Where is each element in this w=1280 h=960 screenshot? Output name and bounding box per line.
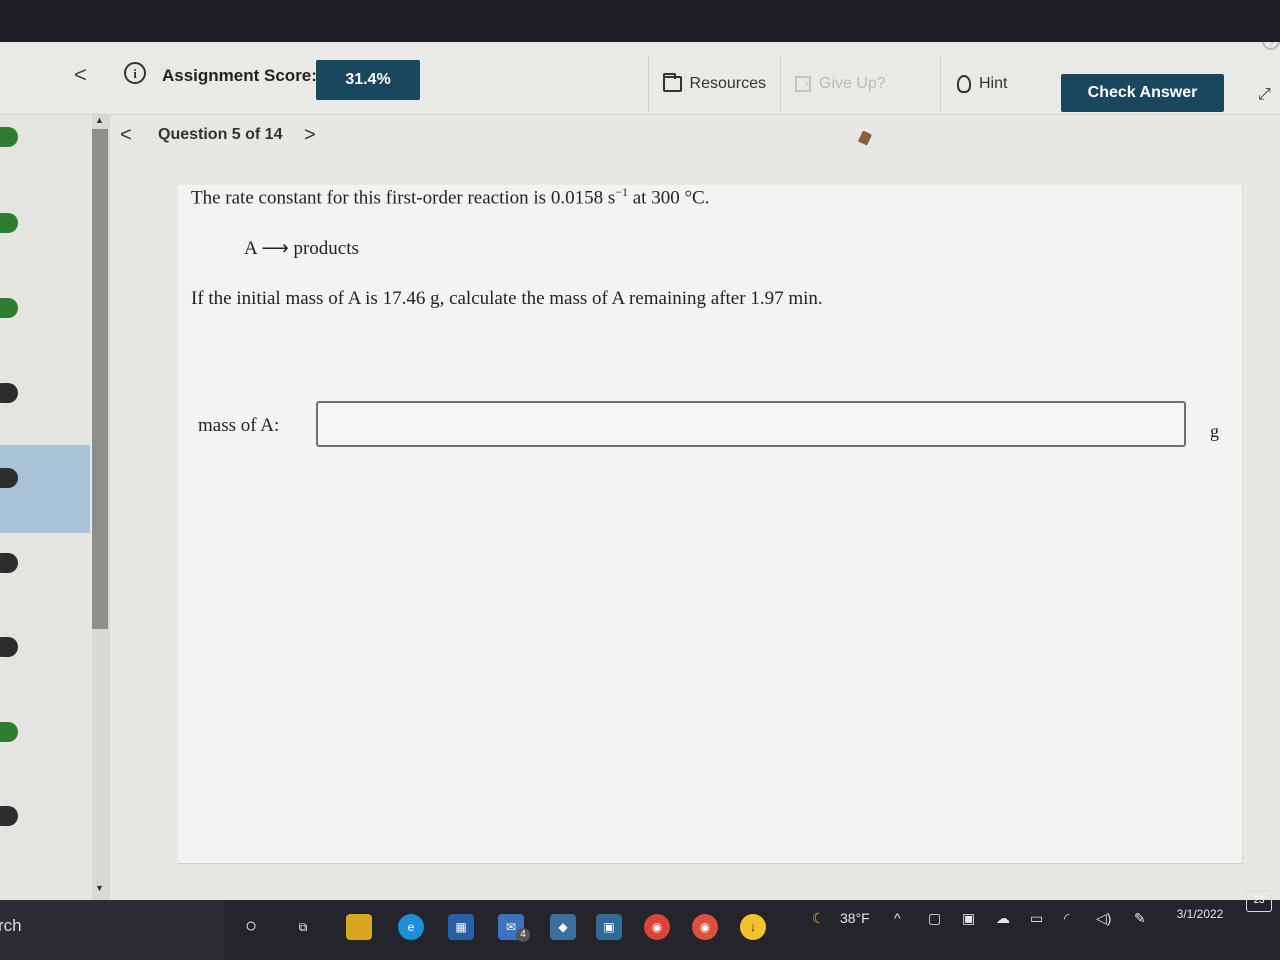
hint-button[interactable]: Hint — [940, 56, 1044, 112]
question-status-7[interactable] — [0, 637, 18, 657]
answer-unit: g — [1210, 421, 1219, 441]
clock-time: 23:12 — [1184, 887, 1216, 901]
task-view-icon[interactable]: ⧉ — [290, 914, 316, 940]
mass-answer-input[interactable] — [316, 401, 1186, 447]
pin-icon[interactable] — [857, 130, 873, 146]
clock-date: 3/1/2022 — [1176, 907, 1224, 921]
download-icon[interactable]: ↓ — [740, 914, 766, 940]
previous-question-icon[interactable]: < — [120, 124, 132, 147]
show-hidden-icons-icon[interactable]: ^ — [894, 910, 901, 926]
python-icon[interactable]: ◆ — [550, 914, 576, 940]
resources-button[interactable]: Resources — [648, 56, 780, 112]
question-status-3[interactable] — [0, 298, 18, 318]
temperature-text: at 300 °C. — [628, 187, 710, 209]
file-explorer-icon[interactable] — [346, 914, 372, 940]
selected-question-highlight[interactable] — [0, 445, 90, 533]
temperature-text[interactable]: 38°F — [840, 910, 870, 926]
reactant: A — [244, 238, 257, 259]
mail-badge: 4 — [516, 928, 530, 942]
sidebar-scrollbar[interactable]: ▲ ▼ — [92, 115, 110, 900]
answer-label: mass of A: — [198, 415, 280, 436]
question-status-8[interactable] — [0, 722, 18, 742]
back-chevron-icon[interactable]: < — [74, 62, 87, 88]
notification-center-icon[interactable]: 23 — [1246, 890, 1272, 912]
weather-icon[interactable]: ☾ — [812, 910, 825, 927]
folder-icon — [663, 73, 682, 92]
browser-screen: < i Assignment Score: 31.4% Resources x … — [0, 42, 1280, 900]
pen-icon[interactable]: ✎ — [1134, 910, 1146, 927]
scrollbar-thumb[interactable] — [92, 129, 108, 629]
volume-icon[interactable]: ◁) — [1096, 910, 1111, 927]
rate-text: The rate constant for this first-order r… — [191, 187, 616, 209]
check-answer-button[interactable]: Check Answer — [1061, 74, 1224, 112]
assignment-score-label: Assignment Score: — [162, 66, 317, 85]
give-up-button[interactable]: x Give Up? — [780, 56, 908, 112]
cortana-icon[interactable]: ○ — [238, 914, 264, 940]
hint-label: Hint — [979, 75, 1008, 92]
question-status-9[interactable] — [0, 806, 18, 826]
question-prompt: If the initial mass of A is 17.46 g, cal… — [191, 288, 823, 309]
onedrive-icon[interactable]: ☁ — [996, 910, 1010, 927]
chrome-profile-icon[interactable]: ◉ — [692, 914, 718, 940]
reaction-equation: A ⟶ products — [244, 237, 359, 260]
scroll-up-icon[interactable]: ▲ — [95, 115, 104, 125]
windows-taskbar: rch ○ ⧉ e ▦ ✉ 4 ◆ ▣ ◉ ◉ ↓ ☾ 38°F ^ ▢ ▣ ☁… — [0, 887, 1280, 960]
product: products — [293, 238, 359, 259]
meet-now-icon[interactable]: ▢ — [928, 910, 941, 927]
resources-label: Resources — [689, 75, 766, 92]
edge-icon[interactable]: e — [398, 914, 424, 940]
question-rate-constant: The rate constant for this first-order r… — [191, 185, 709, 209]
info-icon[interactable]: i — [124, 62, 146, 84]
taskbar-search[interactable]: rch — [0, 900, 224, 960]
question-counter: Question 5 of 14 — [158, 126, 283, 143]
wifi-icon[interactable]: ◜ — [1064, 910, 1069, 927]
question-status-2[interactable] — [0, 213, 18, 233]
photos-icon[interactable]: ▣ — [596, 914, 622, 940]
question-status-1[interactable] — [0, 127, 18, 147]
expand-icon[interactable]: ⤢ — [1258, 86, 1271, 104]
scroll-down-icon[interactable]: ▼ — [95, 883, 104, 893]
question-status-6[interactable] — [0, 553, 18, 573]
next-question-icon[interactable]: > — [304, 124, 316, 147]
store-icon[interactable]: ▦ — [448, 914, 474, 940]
help-icon[interactable]: ? — [1262, 42, 1280, 50]
search-box-text: rch — [0, 916, 22, 935]
question-status-4[interactable] — [0, 383, 18, 403]
question-list-sidebar — [0, 115, 90, 900]
display-icon[interactable]: ▭ — [1030, 910, 1043, 927]
system-clock[interactable]: 23:12 3/1/2022 — [1170, 884, 1230, 924]
tray-app-icon[interactable]: ▣ — [962, 910, 975, 927]
question-panel: The rate constant for this first-order r… — [178, 185, 1243, 864]
lightbulb-icon — [957, 75, 971, 93]
assignment-score-value: 31.4% — [316, 60, 420, 100]
rate-exponent: −1 — [615, 185, 628, 199]
assignment-toolbar: < i Assignment Score: 31.4% Resources x … — [0, 42, 1280, 115]
chrome-icon[interactable]: ◉ — [644, 914, 670, 940]
give-up-label: Give Up? — [819, 75, 886, 92]
reaction-arrow-icon: ⟶ — [261, 238, 289, 259]
give-up-icon: x — [795, 76, 811, 92]
